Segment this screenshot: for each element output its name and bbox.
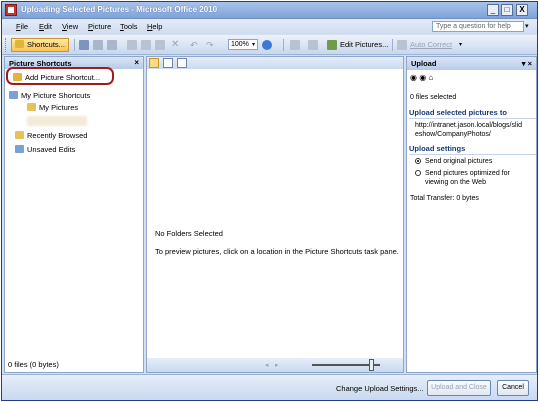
task-pane-header: Upload ▾ × xyxy=(407,57,536,70)
copy-icon[interactable] xyxy=(141,40,151,50)
app-window: Uploading Selected Pictures - Microsoft … xyxy=(1,1,538,401)
transfer-label: Total Transfer: xyxy=(410,195,455,202)
help-dropdown-icon[interactable]: ▾ xyxy=(525,22,529,30)
radio-label: Send original pictures xyxy=(425,158,493,165)
view-toolbar xyxy=(147,57,403,69)
back-icon[interactable]: ◉ xyxy=(410,73,417,82)
edit-pictures-button[interactable]: Edit Pictures... xyxy=(340,38,388,52)
delete-icon[interactable]: ✕ xyxy=(171,38,179,52)
office-app-icon xyxy=(5,4,17,16)
title-bar: Uploading Selected Pictures - Microsoft … xyxy=(2,2,537,19)
next-arrow-icon[interactable]: ▸ xyxy=(275,361,279,369)
auto-correct-button[interactable]: Auto Correct xyxy=(410,38,452,52)
add-picture-shortcut-link[interactable]: Add Picture Shortcut... xyxy=(13,73,100,82)
menu-tools[interactable]: Tools xyxy=(120,22,138,31)
import-icon[interactable] xyxy=(93,40,103,50)
menu-view[interactable]: View xyxy=(62,22,78,31)
recent-folder-icon xyxy=(15,131,24,139)
menu-file[interactable]: File xyxy=(16,22,28,31)
preview-status-bar: ◂ ▸ xyxy=(147,358,403,372)
toolbar-options-icon[interactable]: ▾ xyxy=(459,38,462,52)
upload-url-line2: eshow/CompanyPhotos/ xyxy=(415,131,491,138)
radio-send-optimized[interactable]: Send pictures optimized for xyxy=(415,170,510,177)
previous-arrow-icon[interactable]: ◂ xyxy=(265,361,269,369)
radio-label: Send pictures optimized for xyxy=(425,170,510,177)
file-count-status: 0 files (0 bytes) xyxy=(8,360,59,369)
menu-help[interactable]: Help xyxy=(147,22,162,31)
close-pane-icon[interactable]: × xyxy=(134,58,139,67)
tree-label: Unsaved Edits xyxy=(27,145,76,154)
preview-instructions: To preview pictures, click on a location… xyxy=(155,247,399,256)
standard-toolbar: Shortcuts... ✕ ↶ ↷ 100% ▾ Edit Pictures.… xyxy=(2,35,537,55)
radio-label-continued: viewing on the Web xyxy=(425,179,486,186)
folder-icon xyxy=(27,103,36,111)
auto-correct-icon xyxy=(397,40,407,50)
maximize-button[interactable]: □ xyxy=(501,4,513,16)
task-pane-title: Upload xyxy=(411,59,437,68)
menu-bar: File Edit View Picture Tools Help Type a… xyxy=(2,19,537,34)
toolbar-separator xyxy=(283,39,284,51)
dialog-button-bar: Change Upload Settings... Upload and Clo… xyxy=(2,374,537,400)
no-folders-message: No Folders Selected xyxy=(155,229,223,238)
add-shortcut-icon xyxy=(13,73,22,81)
transfer-value: 0 bytes xyxy=(456,195,479,202)
menu-edit[interactable]: Edit xyxy=(39,22,52,31)
zoom-dropdown-icon[interactable]: ▾ xyxy=(252,38,255,52)
tree-item-my-picture-shortcuts[interactable]: My Picture Shortcuts xyxy=(9,91,90,100)
tree-label: My Picture Shortcuts xyxy=(21,91,91,100)
upload-task-pane: Upload ▾ × ◉ ◉ ⌂ 0 files selected Upload… xyxy=(406,56,537,373)
upload-settings-heading: Upload settings xyxy=(409,144,536,155)
print-icon[interactable] xyxy=(107,40,117,50)
undo-icon[interactable]: ↶ xyxy=(190,38,198,52)
tree-label: Recently Browsed xyxy=(27,131,88,140)
paste-icon[interactable] xyxy=(155,40,165,50)
toolbar-separator xyxy=(74,39,75,51)
close-button[interactable]: X xyxy=(516,4,528,16)
task-pane-navigation: ◉ ◉ ⌂ xyxy=(410,73,433,82)
add-shortcut-label: Add Picture Shortcut... xyxy=(25,73,101,82)
help-icon[interactable] xyxy=(262,40,272,50)
filmstrip-view-icon[interactable] xyxy=(163,58,173,68)
help-search-input[interactable]: Type a question for help xyxy=(432,21,524,32)
edit-pictures-icon xyxy=(327,40,337,50)
unsaved-folder-icon xyxy=(15,145,24,153)
menu-picture[interactable]: Picture xyxy=(88,22,111,31)
tree-item-recently-browsed[interactable]: Recently Browsed xyxy=(15,131,87,140)
shortcuts-folder-icon xyxy=(9,91,18,99)
toolbar-separator xyxy=(392,39,393,51)
radio-send-original[interactable]: Send original pictures xyxy=(415,158,492,165)
total-transfer: Total Transfer: 0 bytes xyxy=(410,195,479,202)
radio-selected-icon xyxy=(415,158,421,164)
blurred-tree-item[interactable] xyxy=(27,116,87,126)
tree-item-unsaved-edits[interactable]: Unsaved Edits xyxy=(15,145,75,154)
shortcuts-icon xyxy=(15,40,24,48)
zoom-slider-thumb[interactable] xyxy=(369,359,374,371)
tree-label: My Pictures xyxy=(39,103,79,112)
change-upload-settings-link[interactable]: Change Upload Settings... xyxy=(336,384,424,393)
single-view-icon[interactable] xyxy=(177,58,187,68)
rotate-left-icon[interactable] xyxy=(290,40,300,50)
save-icon[interactable] xyxy=(79,40,89,50)
tree-item-my-pictures[interactable]: My Pictures xyxy=(27,103,78,112)
shortcuts-button[interactable]: Shortcuts... xyxy=(11,38,69,52)
upload-url-line1: http://intranet.jason.local/blogs/slid xyxy=(415,122,523,129)
upload-destination-heading: Upload selected pictures to xyxy=(409,108,536,119)
shortcuts-label: Shortcuts... xyxy=(27,40,65,49)
files-selected-text: 0 files selected xyxy=(410,94,457,101)
thumbnails-view-icon[interactable] xyxy=(149,58,159,68)
task-pane-controls[interactable]: ▾ × xyxy=(522,59,532,68)
picture-shortcuts-pane: Picture Shortcuts × Add Picture Shortcut… xyxy=(4,56,144,373)
cancel-button[interactable]: Cancel xyxy=(497,380,529,396)
home-icon[interactable]: ⌂ xyxy=(428,73,433,82)
radio-unselected-icon xyxy=(415,170,421,176)
window-title: Uploading Selected Pictures - Microsoft … xyxy=(21,5,218,14)
forward-icon[interactable]: ◉ xyxy=(419,73,426,82)
redo-icon[interactable]: ↷ xyxy=(206,38,214,52)
preview-pane: No Folders Selected To preview pictures,… xyxy=(146,56,404,373)
cut-icon[interactable] xyxy=(127,40,137,50)
toolbar-grip[interactable] xyxy=(5,38,8,52)
rotate-right-icon[interactable] xyxy=(308,40,318,50)
minimize-button[interactable]: _ xyxy=(487,4,499,16)
upload-and-close-button[interactable]: Upload and Close xyxy=(427,380,491,396)
